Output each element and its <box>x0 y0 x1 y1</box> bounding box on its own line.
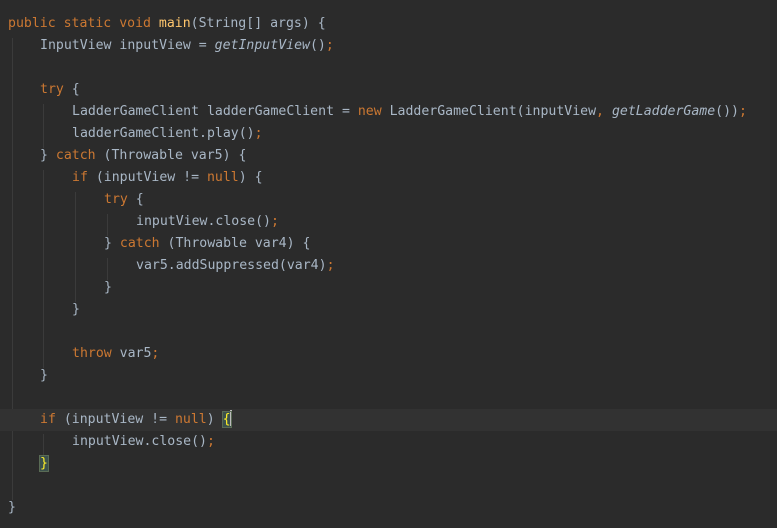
keyword: try <box>40 82 64 97</box>
code-text: } <box>8 500 16 515</box>
matched-brace: } <box>39 455 49 472</box>
code-line-9[interactable]: try { <box>0 189 777 211</box>
code-line-16[interactable]: throw var5; <box>0 343 777 365</box>
code-line-21[interactable]: } <box>0 453 777 475</box>
semicolon: ; <box>738 104 747 119</box>
code-text: (inputView != <box>87 170 207 185</box>
semicolon: ; <box>206 434 215 449</box>
code-text: } <box>40 368 48 383</box>
code-text: (Throwable var4) { <box>159 236 311 251</box>
code-line-20[interactable]: inputView.close(); <box>0 431 777 453</box>
keyword: throw <box>72 346 112 361</box>
code-line-1[interactable]: public static void main(String[] args) { <box>0 13 777 35</box>
semicolon: ; <box>326 258 335 273</box>
keyword: null <box>174 412 207 427</box>
semicolon: ; <box>325 38 334 53</box>
code-text: { <box>63 82 80 97</box>
code-line-4[interactable]: try { <box>0 79 777 101</box>
keyword: try <box>104 192 128 207</box>
code-line-6[interactable]: ladderGameClient.play(); <box>0 123 777 145</box>
semicolon: ; <box>151 346 160 361</box>
keyword: catch <box>119 236 160 251</box>
code-editor[interactable]: public static void main(String[] args) {… <box>0 0 777 528</box>
code-line-17[interactable]: } <box>0 365 777 387</box>
code-line-19[interactable]: if (inputView != null) { <box>0 409 777 431</box>
keyword: if <box>72 170 88 185</box>
code-text: } <box>72 302 80 317</box>
code-line-7[interactable]: } catch (Throwable var5) { <box>0 145 777 167</box>
code-text: LadderGameClient(inputView <box>381 104 597 119</box>
keyword: new <box>357 104 382 119</box>
semicolon: ; <box>254 126 263 141</box>
code-line-13[interactable]: } <box>0 277 777 299</box>
code-text: InputView inputView = <box>40 38 215 53</box>
code-line-10[interactable]: inputView.close(); <box>0 211 777 233</box>
code-line-11[interactable]: } catch (Throwable var4) { <box>0 233 777 255</box>
text-caret <box>229 410 232 426</box>
code-line-5[interactable]: LadderGameClient ladderGameClient = new … <box>0 101 777 123</box>
keyword: public <box>8 16 56 31</box>
keyword: if <box>40 412 56 427</box>
code-line-2[interactable]: InputView inputView = getInputView(); <box>0 35 777 57</box>
code-text: { <box>127 192 144 207</box>
code-text: inputView.close() <box>72 434 207 449</box>
code-text: ) { <box>238 170 263 185</box>
code-text: LadderGameClient ladderGameClient = <box>72 104 358 119</box>
keyword: static <box>63 16 112 31</box>
method-call: getLadderGame <box>611 104 716 119</box>
code-text: ladderGameClient.play() <box>72 126 255 141</box>
code-text: } <box>104 236 120 251</box>
keyword: void <box>119 16 151 31</box>
code-text: (String[] args) { <box>190 16 326 31</box>
code-text: } <box>40 148 56 163</box>
keyword: catch <box>55 148 96 163</box>
code-line-8[interactable]: if (inputView != null) { <box>0 167 777 189</box>
code-text: ()) <box>715 104 739 119</box>
code-line-12[interactable]: var5.addSuppressed(var4); <box>0 255 777 277</box>
code-text: inputView.close() <box>136 214 271 229</box>
method-call: getInputView <box>214 38 310 53</box>
method-name: main <box>158 16 191 31</box>
comma: , <box>596 104 604 119</box>
code-text: (Throwable var5) { <box>95 148 247 163</box>
keyword: null <box>206 170 239 185</box>
code-text: ) <box>206 412 223 427</box>
code-text: var5 <box>111 346 152 361</box>
code-text: (inputView != <box>55 412 175 427</box>
code-text: var5.addSuppressed(var4) <box>136 258 327 273</box>
code-text: } <box>104 280 112 295</box>
semicolon: ; <box>270 214 279 229</box>
code-text: () <box>309 38 326 53</box>
code-line-14[interactable]: } <box>0 299 777 321</box>
code-line-23[interactable]: } <box>0 497 777 519</box>
